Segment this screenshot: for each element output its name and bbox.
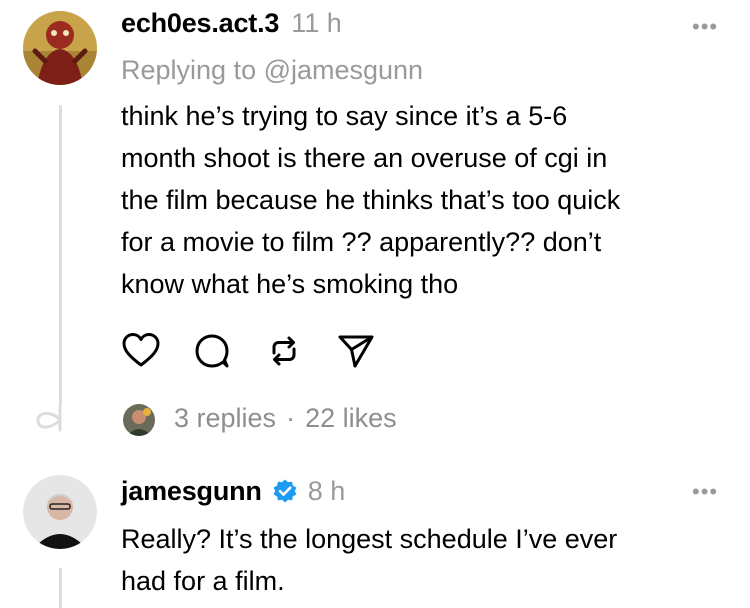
- thread-connector-icon: [36, 404, 62, 432]
- stats-separator: ·: [286, 403, 296, 433]
- replier-avatar: [123, 404, 155, 436]
- more-options-button[interactable]: •••: [692, 14, 718, 40]
- share-button[interactable]: [334, 329, 378, 373]
- likes-count-link[interactable]: 22 likes: [305, 403, 397, 434]
- post-header: ech0es.act.3 11 h: [121, 8, 342, 44]
- user-avatar-echoes[interactable]: [23, 11, 97, 85]
- username[interactable]: ech0es.act.3: [121, 8, 279, 39]
- comment-icon: [195, 334, 229, 368]
- verified-badge-icon: [273, 479, 297, 503]
- post-text-line: for a movie to film ?? apparently?? don’…: [121, 227, 602, 257]
- replies-count-link[interactable]: 3 replies: [174, 403, 276, 434]
- timestamp: 8 h: [307, 475, 346, 506]
- username[interactable]: jamesgunn: [121, 476, 262, 507]
- post-header: jamesgunn 8 h: [121, 473, 345, 509]
- post-text-line: month shoot is there an overuse of cgi i…: [121, 143, 608, 173]
- more-options-button[interactable]: •••: [692, 479, 718, 505]
- post-text-line: think he’s trying to say since it’s a 5-…: [121, 101, 568, 131]
- avatar-image: [23, 11, 97, 85]
- like-button[interactable]: [119, 329, 163, 373]
- post-text-line: the film because he thinks that’s too qu…: [121, 185, 621, 215]
- send-icon: [338, 335, 374, 368]
- repost-icon: [272, 336, 296, 366]
- engagement-stats: 3 replies · 22 likes: [174, 403, 397, 434]
- post-text-line: had for a film.: [121, 566, 285, 596]
- post-text-line: know what he’s smoking tho: [121, 269, 459, 299]
- post-text: Really? It’s the longest schedule I’ve e…: [121, 518, 731, 602]
- replying-to-label[interactable]: Replying to @jamesgunn: [121, 55, 423, 86]
- timestamp: 11 h: [291, 8, 342, 38]
- replier-avatar-image: [123, 404, 155, 436]
- post-text: think he’s trying to say since it’s a 5-…: [121, 95, 731, 305]
- post-text-line: Really? It’s the longest schedule I’ve e…: [121, 524, 618, 554]
- user-avatar-jamesgunn[interactable]: [23, 475, 97, 549]
- heart-icon: [122, 333, 160, 367]
- reply-button[interactable]: [190, 329, 234, 373]
- repost-button[interactable]: [262, 329, 306, 373]
- thread-line: [59, 568, 62, 608]
- thread-line: [59, 105, 62, 405]
- avatar-image: [23, 475, 97, 549]
